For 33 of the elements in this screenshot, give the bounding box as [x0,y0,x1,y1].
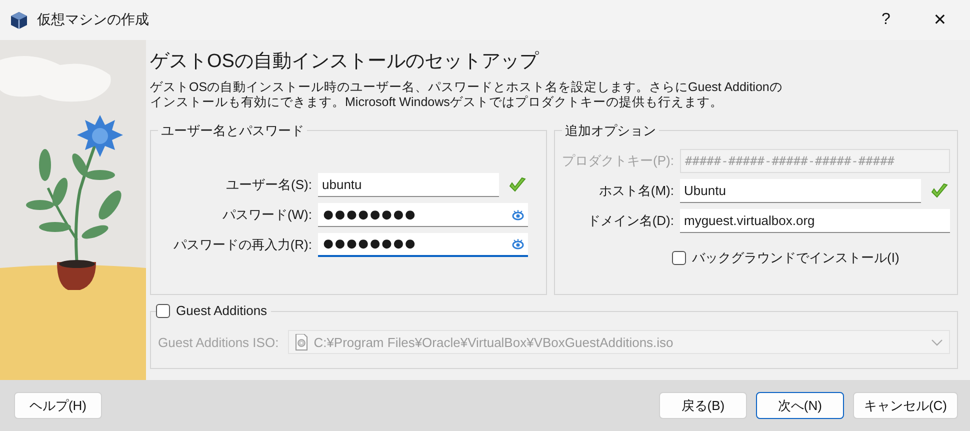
group-title: 追加オプション [562,122,659,140]
app-logo-icon [9,10,29,30]
checkbox-label: Guest Additions [176,303,268,318]
field-label: ホスト名(M): [598,182,674,200]
page-heading: ゲストOSの自動インストールのセットアップ [150,50,540,74]
dialog-button[interactable]: 次へ(N) [756,392,844,419]
field-label: パスワード(W): [222,206,312,224]
eye-icon [512,208,524,220]
close-button[interactable]: ✕ [910,0,970,40]
password-field[interactable]: ●●●●●●●● [318,203,528,227]
text-field[interactable]: Ubuntu [680,179,921,203]
group-title: ユーザー名とパスワード [158,122,307,140]
checkbox-label: バックグラウンドでインストール(I) [692,249,900,267]
field-label: ユーザー名(S): [226,176,312,194]
eye-icon [512,238,524,250]
field-label: Guest Additions ISO: [158,334,279,350]
chevron-down-icon [931,338,943,346]
checkbox[interactable] [672,251,686,265]
text-field[interactable]: ubuntu [318,173,499,197]
checkmark-icon [930,182,950,200]
window-title: 仮想マシンの作成 [37,11,149,29]
help-button[interactable]: ヘルプ(H) [14,392,102,419]
help-button[interactable]: ? [862,0,910,40]
field-label: パスワードの再入力(R): [173,236,312,254]
field-label: プロダクトキー(P): [562,152,674,170]
checkmark-icon [508,176,528,194]
dialog-button[interactable]: 戻る(B) [658,392,747,419]
dialog-button[interactable]: キャンセル(C) [852,392,958,419]
disc-file-icon [294,334,308,350]
password-field[interactable]: ●●●●●●●● [318,233,528,257]
page-description: ゲストOSの自動インストール時のユーザー名、パスワードとホスト名を設定します。さらにGuest Additionのインストールも有効にできます。Microsoft Windowsゲストではプロダクトキーの提供も行えます。 [150,80,784,110]
field-label: ドメイン名(D): [587,212,674,230]
text-field[interactable]: myguest.virtualbox.org [680,209,950,233]
